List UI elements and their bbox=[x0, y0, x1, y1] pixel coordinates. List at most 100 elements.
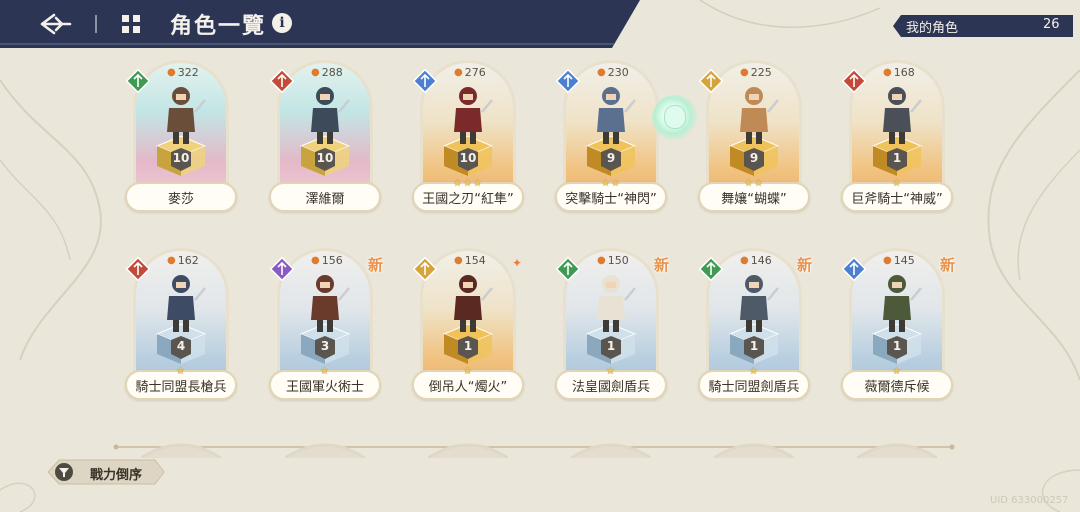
flame-icon: ● bbox=[883, 255, 892, 266]
level-value: 1 bbox=[892, 151, 902, 165]
character-sprite bbox=[311, 275, 350, 332]
element-icon bbox=[269, 256, 295, 282]
flame-icon: ● bbox=[740, 67, 749, 78]
power-value: 156 bbox=[321, 254, 343, 267]
flame-icon: ● bbox=[167, 67, 176, 78]
character-name: 巨斧騎士“神威” bbox=[851, 191, 943, 207]
star-rating: ★ bbox=[606, 366, 616, 377]
new-badge: 新 bbox=[796, 256, 812, 274]
level-value: 3 bbox=[320, 339, 330, 353]
menu-button[interactable] bbox=[118, 12, 144, 36]
power-value: 288 bbox=[321, 66, 343, 79]
new-badge: 新 bbox=[939, 256, 955, 274]
back-arrow-icon bbox=[40, 13, 72, 35]
power-value: 145 bbox=[893, 254, 915, 267]
partial-card-top[interactable] bbox=[856, 438, 938, 460]
character-card[interactable]: ● 322 10 麥莎 bbox=[125, 60, 237, 222]
element-icon bbox=[412, 68, 438, 94]
character-sprite bbox=[740, 87, 779, 144]
power-value: 154 bbox=[464, 254, 486, 267]
character-card[interactable]: ● 156 新 3 王國軍火術士 ★ bbox=[269, 248, 383, 410]
character-sprite bbox=[597, 87, 636, 144]
character-sprite bbox=[167, 275, 206, 332]
flame-icon: ● bbox=[167, 255, 176, 266]
character-name: 澤維爾 bbox=[305, 191, 345, 207]
flame-icon: ● bbox=[597, 255, 606, 266]
level-value: 10 bbox=[172, 151, 190, 165]
power-value: 168 bbox=[893, 66, 915, 79]
power-indicator: ● 156 bbox=[311, 254, 343, 267]
partial-card-top[interactable] bbox=[427, 438, 509, 460]
character-card[interactable]: ● 168 1 巨斧騎士“神威” ★ bbox=[841, 60, 953, 222]
star-rating: ★ bbox=[892, 178, 902, 189]
character-name: 王國之刃“紅隼” bbox=[422, 191, 514, 207]
character-card[interactable]: ● 146 新 1 騎士同盟劍盾兵 ★ bbox=[698, 248, 812, 410]
power-value: 276 bbox=[464, 66, 486, 79]
name-plate: 麥莎 bbox=[125, 182, 237, 212]
element-icon bbox=[841, 256, 867, 282]
character-card[interactable]: ● 150 新 1 法皇國劍盾兵 ★ bbox=[555, 248, 669, 410]
power-value: 162 bbox=[177, 254, 199, 267]
level-value: 9 bbox=[749, 151, 759, 165]
character-name: 倒吊人“燭火” bbox=[428, 379, 508, 395]
power-indicator: ● 322 bbox=[167, 66, 199, 79]
element-icon bbox=[125, 68, 151, 94]
power-indicator: ● 276 bbox=[454, 66, 486, 79]
character-sprite bbox=[597, 275, 636, 332]
partial-card-top[interactable] bbox=[140, 438, 222, 460]
header-separator bbox=[95, 15, 97, 33]
character-name: 騎士同盟長槍兵 bbox=[135, 379, 227, 395]
character-name: 法皇國劍盾兵 bbox=[571, 379, 650, 395]
level-value: 4 bbox=[176, 339, 186, 353]
character-card[interactable]: ● 154 ✦ 1 倒吊人“燭火” ★ bbox=[412, 248, 524, 410]
flame-icon: ● bbox=[311, 255, 320, 266]
partial-card-top[interactable] bbox=[284, 438, 366, 460]
star-rating: ★ bbox=[320, 366, 330, 377]
level-value: 10 bbox=[459, 151, 477, 165]
star-rating: ★★ bbox=[601, 178, 621, 189]
level-value: 9 bbox=[606, 151, 616, 165]
character-card[interactable]: ● 225 9 舞孃“蝴蝶” ★★ bbox=[698, 60, 810, 222]
character-count-value: 26 bbox=[1043, 17, 1060, 32]
partial-card-top[interactable] bbox=[570, 438, 652, 460]
character-name: 舞孃“蝴蝶” bbox=[721, 191, 787, 207]
power-indicator: ● 168 bbox=[883, 66, 915, 79]
level-value: 1 bbox=[606, 339, 616, 353]
element-icon bbox=[555, 68, 581, 94]
flame-icon: ● bbox=[311, 67, 320, 78]
power-value: 146 bbox=[750, 254, 772, 267]
name-plate: 澤維爾 bbox=[269, 182, 381, 212]
character-card[interactable]: ● 162 4 騎士同盟長槍兵 ★ bbox=[125, 248, 237, 410]
character-sprite bbox=[883, 275, 922, 332]
element-icon bbox=[125, 256, 151, 282]
element-icon bbox=[412, 256, 438, 282]
level-value: 10 bbox=[316, 151, 334, 165]
back-button[interactable] bbox=[34, 8, 76, 40]
star-rating: ★ bbox=[892, 366, 902, 377]
character-name: 突擊騎士“神閃” bbox=[565, 191, 657, 207]
level-value: 1 bbox=[892, 339, 902, 353]
partial-card-top[interactable] bbox=[713, 438, 795, 460]
power-indicator: ● 146 bbox=[740, 254, 772, 267]
character-card[interactable]: ● 230 9 突擊騎士“神閃” ★★ bbox=[555, 60, 667, 222]
star-rating: ★★★ bbox=[453, 178, 483, 189]
star-rating: ★ bbox=[463, 366, 473, 377]
character-count-label: 我的角色 bbox=[906, 21, 959, 36]
character-card[interactable]: ● 145 新 1 薇爾德斥候 ★ bbox=[841, 248, 955, 410]
power-indicator: ● 230 bbox=[597, 66, 629, 79]
uid-text: UID 633000257 bbox=[990, 495, 1069, 506]
character-name: 麥莎 bbox=[167, 191, 194, 207]
character-sprite bbox=[454, 87, 493, 144]
star-rating: ★ bbox=[749, 366, 759, 377]
character-card[interactable]: ● 288 10 澤維爾 bbox=[269, 60, 381, 222]
character-name: 薇爾德斥候 bbox=[864, 379, 930, 395]
element-icon bbox=[555, 256, 581, 282]
power-indicator: ● 288 bbox=[311, 66, 343, 79]
power-value: 225 bbox=[750, 66, 772, 79]
character-card[interactable]: ● 276 10 王國之刃“紅隼” ★★★ bbox=[412, 60, 524, 222]
power-indicator: ● 154 bbox=[454, 254, 486, 267]
character-sprite bbox=[167, 87, 206, 144]
info-icon[interactable]: i bbox=[272, 13, 292, 33]
page-title: 角色一覽 bbox=[170, 14, 267, 39]
power-value: 322 bbox=[177, 66, 199, 79]
